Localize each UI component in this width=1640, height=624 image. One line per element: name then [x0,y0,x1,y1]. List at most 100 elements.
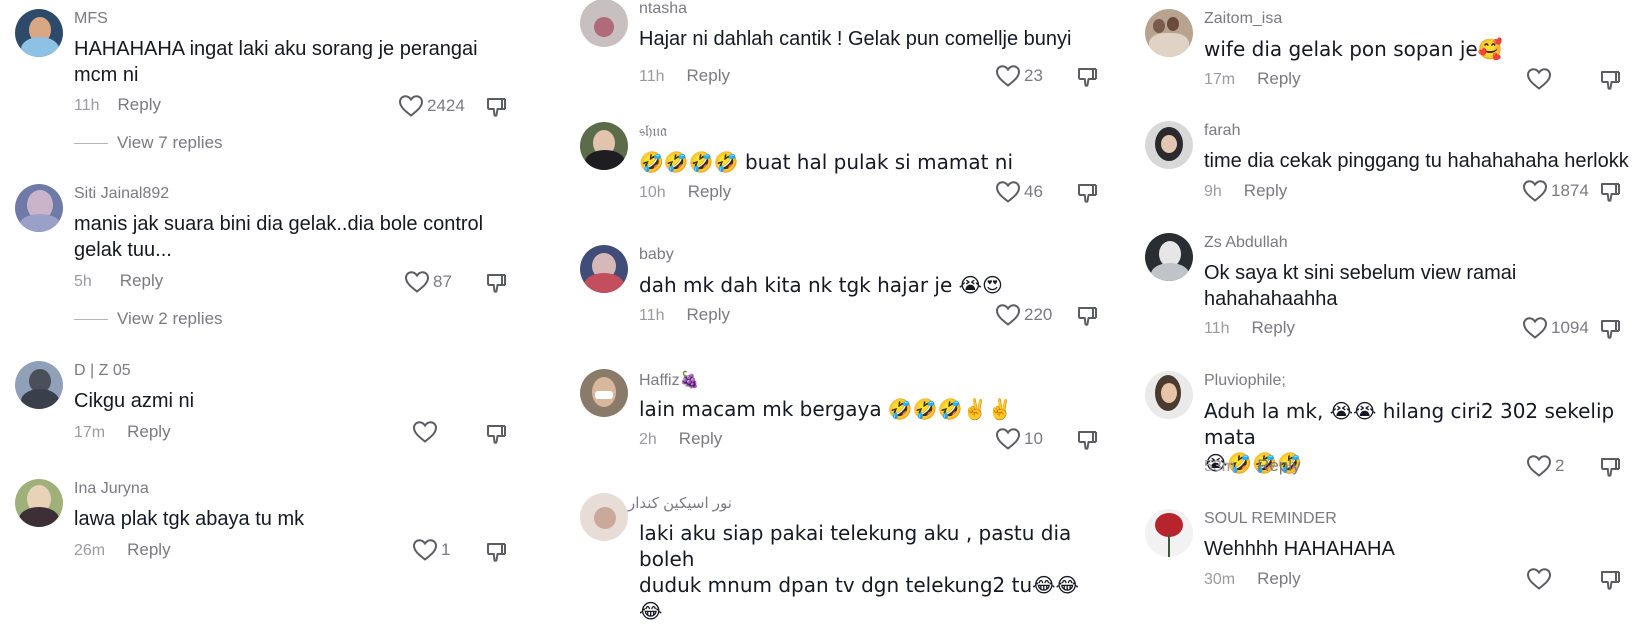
divider-line [74,142,108,144]
like-button[interactable]: 46 [995,180,1043,204]
comment-username[interactable]: 𝔰𝔥𝔲𝔞 [639,123,667,141]
user-avatar[interactable] [580,493,628,541]
comment-item: Zaitom_isa wife dia gelak pon sopan je🥰 … [1130,0,1640,110]
thumbs-down-icon[interactable] [1598,455,1622,479]
like-button[interactable]: 87 [404,270,452,294]
like-button[interactable]: 10 [995,427,1043,451]
reply-button[interactable]: Reply [687,66,730,85]
comment-item: نور اسيكين كندار laki aku siap pakai tel… [565,484,1105,623]
like-count: 23 [1024,66,1043,85]
thumbs-down-icon[interactable] [484,271,508,295]
comment-username[interactable]: نور اسيكين كندار [628,494,732,512]
comment-username[interactable]: Siti Jainal892 [74,185,169,203]
user-avatar[interactable] [1145,371,1193,419]
user-avatar[interactable] [580,0,628,47]
comment-item: Haffiz🍇 lain macam mk bergaya 🤣🤣🤣✌️✌️ 2h… [565,360,1105,470]
reply-button[interactable]: Reply [1257,69,1300,88]
comment-meta: 53m Reply [1204,456,1301,476]
heart-outline-icon [1522,179,1548,203]
user-avatar[interactable] [580,122,628,170]
comment-username[interactable]: Pluviophile; [1204,372,1286,390]
user-avatar[interactable] [1145,233,1193,281]
like-button[interactable] [1526,567,1555,591]
reply-button[interactable]: Reply [118,95,161,114]
like-button[interactable] [412,420,441,444]
heart-outline-icon [1522,316,1548,340]
like-count: 46 [1024,182,1043,201]
comment-timestamp: 11h [639,307,665,324]
comment-timestamp: 17m [74,424,106,441]
view-replies-button[interactable]: View 7 replies [74,133,223,153]
user-avatar[interactable] [580,369,628,417]
comment-text: lawa plak tgk abaya tu mk [74,508,305,530]
thumbs-down-icon[interactable] [1598,180,1622,204]
comment-username[interactable]: ntasha [639,0,687,18]
comment-text: Ok saya kt sini sebelum view ramai hahah… [1204,262,1517,310]
comment-username[interactable]: SOUL REMINDER [1204,510,1337,528]
thumbs-down-icon[interactable] [1598,317,1622,341]
heart-outline-icon [1526,67,1552,91]
user-avatar[interactable] [580,245,628,293]
comment-username[interactable]: Zs Abdullah [1204,234,1288,252]
user-avatar[interactable] [15,361,63,409]
comment-item: farah time dia cekak pinggang tu hahahah… [1130,112,1640,222]
like-button[interactable]: 1874 [1522,179,1589,203]
thumbs-down-icon[interactable] [1075,65,1099,89]
comment-username[interactable]: Zaitom_isa [1204,10,1282,28]
user-avatar[interactable] [15,479,63,527]
comment-column-1: MFS HAHAHAHA ingat laki aku sorang je pe… [0,0,540,581]
like-button[interactable]: 1 [412,538,450,562]
reply-button[interactable]: Reply [687,305,730,324]
heart-outline-icon [995,303,1021,327]
thumbs-down-icon[interactable] [1075,428,1099,452]
thumbs-down-icon[interactable] [484,540,508,564]
comment-username[interactable]: D | Z 05 [74,362,131,380]
comment-username[interactable]: MFS [74,10,108,28]
reply-button[interactable]: Reply [1252,318,1295,337]
comment-username[interactable]: Haffiz🍇 [639,370,700,390]
user-avatar[interactable] [1145,509,1193,557]
like-button[interactable]: 2424 [398,94,465,118]
comment-username[interactable]: Ina Juryna [74,480,149,498]
comment-timestamp: 10h [639,184,666,201]
like-button[interactable]: 2 [1526,454,1564,478]
comment-text: lain macam mk bergaya 🤣🤣🤣✌️✌️ [639,397,1013,421]
thumbs-down-icon[interactable] [1598,568,1622,592]
reply-button[interactable]: Reply [1257,456,1300,475]
like-button[interactable] [1526,67,1555,91]
comment-username[interactable]: baby [639,246,674,264]
user-avatar[interactable] [1145,121,1193,169]
user-avatar[interactable] [15,9,63,57]
like-count: 2424 [427,96,465,115]
view-replies-label: View 7 replies [117,133,223,152]
comment-meta: 11h Reply [639,305,730,325]
heart-outline-icon [1526,454,1552,478]
thumbs-down-icon[interactable] [1075,304,1099,328]
reply-button[interactable]: Reply [679,429,722,448]
comment-text: manis jak suara bini dia gelak..dia bole… [74,213,484,261]
thumbs-down-icon[interactable] [484,95,508,119]
heart-outline-icon [995,427,1021,451]
like-button[interactable]: 1094 [1522,316,1589,340]
thumbs-down-icon[interactable] [1075,181,1099,205]
comment-text: dah mk dah kita nk tgk hajar je 😭😍 [639,273,1003,297]
view-replies-button[interactable]: View 2 replies [74,309,223,329]
thumbs-down-icon[interactable] [1598,68,1622,92]
comment-username[interactable]: farah [1204,122,1240,140]
reply-button[interactable]: Reply [688,182,731,201]
reply-button[interactable]: Reply [127,540,170,559]
comment-text: Cikgu azmi ni [74,390,195,412]
reply-button[interactable]: Reply [120,271,163,290]
like-button[interactable]: 23 [995,64,1043,88]
comment-timestamp: 5h [74,273,92,290]
reply-button[interactable]: Reply [127,422,170,441]
like-button[interactable]: 220 [995,303,1052,327]
user-avatar[interactable] [15,184,63,232]
comment-timestamp: 17m [1204,71,1236,88]
reply-button[interactable]: Reply [1257,569,1300,588]
comment-meta: 11h Reply [74,95,161,115]
heart-outline-icon [398,94,424,118]
user-avatar[interactable] [1145,9,1193,57]
thumbs-down-icon[interactable] [484,422,508,446]
reply-button[interactable]: Reply [1244,181,1287,200]
